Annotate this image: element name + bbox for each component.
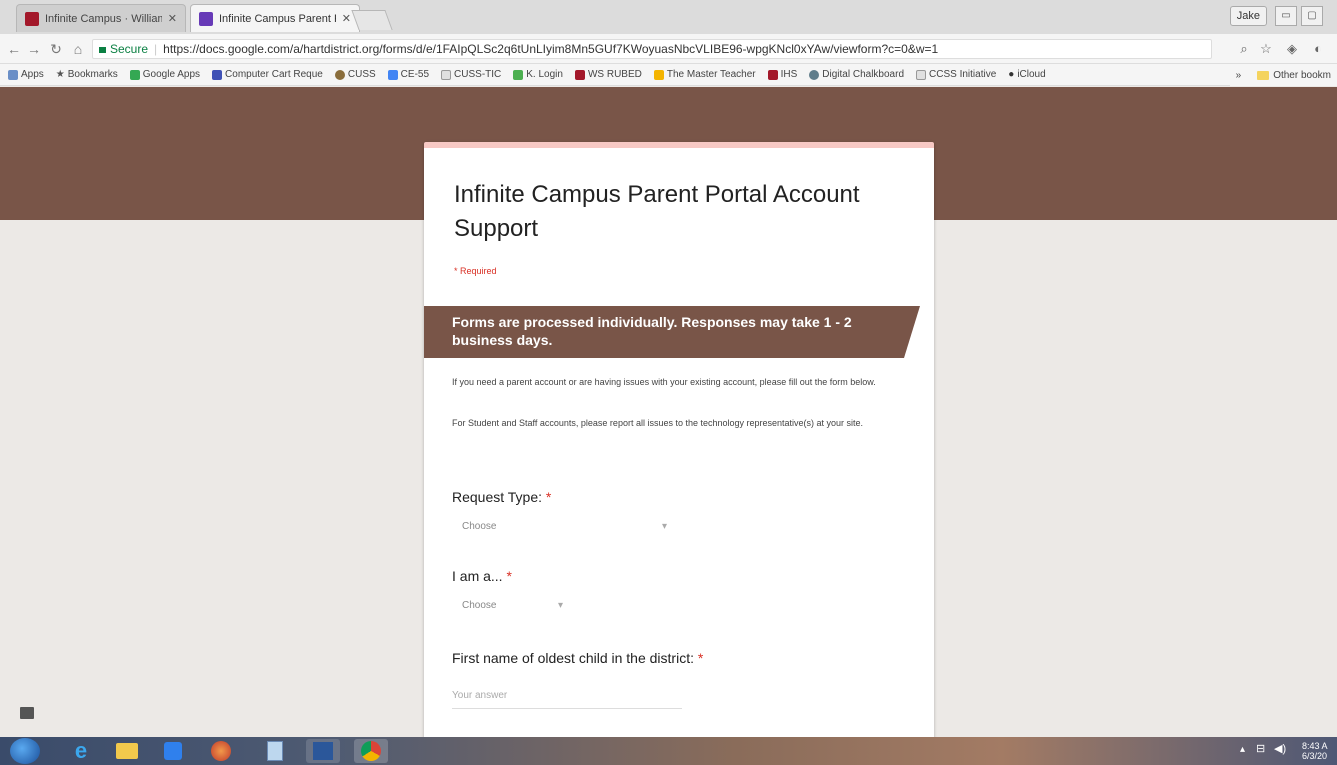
clock[interactable]: 8:43 A 6/3/20 — [1302, 741, 1328, 761]
file-explorer-icon[interactable] — [110, 739, 144, 763]
input-underline — [452, 708, 682, 709]
browser-toolbar: ← → ↻ ⌂ Secure | https://docs.google.com… — [0, 34, 1337, 64]
required-asterisk: * — [697, 650, 704, 666]
minimize-button[interactable]: ▭ — [1275, 6, 1297, 26]
form-card: Infinite Campus Parent Portal Account Su… — [424, 142, 934, 737]
word-icon[interactable] — [306, 739, 340, 763]
infinite-campus-icon — [767, 69, 778, 80]
profile-button[interactable]: Jake — [1229, 6, 1267, 26]
bookmark-digital-chalkboard[interactable]: Digital Chalkboard — [809, 69, 904, 80]
bookmark-icloud[interactable]: ● iCloud — [1008, 69, 1045, 80]
close-icon[interactable]: ✕ — [342, 12, 351, 25]
clock-time: 8:43 A — [1302, 741, 1328, 751]
bookmark-ccss[interactable]: CCSS Initiative — [916, 69, 996, 80]
folder-icon — [1257, 70, 1270, 80]
firefox-icon[interactable] — [204, 739, 238, 763]
divider: | — [154, 42, 158, 56]
tray-arrow-icon[interactable]: ▴ — [1240, 745, 1245, 755]
question-first-name: First name of oldest child in the distri… — [452, 650, 704, 666]
bookmark-ihs[interactable]: IHS — [767, 69, 797, 80]
chevron-down-icon: ▾ — [662, 520, 668, 532]
extension-icon[interactable]: ◐ — [1309, 40, 1327, 58]
search-icon[interactable]: ⌕ — [1235, 40, 1253, 58]
tab-label: Infinite Campus Parent P — [219, 12, 336, 25]
bookmark-bookmarks[interactable]: ★ Bookmarks — [56, 69, 118, 80]
site-icon — [334, 69, 345, 80]
required-asterisk: * — [506, 568, 512, 584]
browser-tab-strip: Infinite Campus · William ✕ Infinite Cam… — [0, 0, 1337, 34]
bookmark-cuss[interactable]: CUSS — [334, 69, 376, 80]
bookmark-ws-rubed[interactable]: WS RUBED — [574, 69, 642, 80]
page-icon — [441, 69, 452, 80]
chevron-right-icon[interactable]: » — [1236, 70, 1242, 81]
bookmark-master-teacher[interactable]: The Master Teacher — [653, 69, 756, 80]
page-icon — [916, 69, 927, 80]
forms-icon — [212, 69, 223, 80]
new-tab-button[interactable] — [351, 10, 393, 30]
infinite-campus-icon — [574, 69, 585, 80]
bookmark-ce-55[interactable]: CE-55 — [387, 69, 429, 80]
site-icon — [809, 69, 820, 80]
infinite-campus-icon — [25, 11, 39, 26]
forward-arrow-icon[interactable]: → — [24, 39, 44, 59]
internet-explorer-icon[interactable]: e — [64, 738, 98, 763]
bookmark-computer-cart[interactable]: Computer Cart Reque — [212, 69, 323, 80]
media-player-icon[interactable] — [156, 739, 190, 763]
dropdown-placeholder: Choose — [462, 520, 497, 532]
star-icon[interactable]: ☆ — [1257, 40, 1275, 58]
question-request-type: Request Type: * — [452, 489, 552, 505]
i-am-a-dropdown[interactable]: Choose ▾ — [462, 597, 572, 613]
page-viewport: Infinite Campus Parent Portal Account Su… — [0, 87, 1337, 737]
bookmark-cuss-tic[interactable]: CUSS-TIC — [441, 69, 501, 80]
section-description: If you need a parent account or are havi… — [452, 377, 876, 387]
windows-taskbar: e ▴ ⊟ ◀) 8:43 A 6/3/20 — [0, 737, 1337, 765]
network-icon[interactable]: ⊟ — [1256, 744, 1265, 755]
bookmark-google-apps[interactable]: Google Apps — [129, 69, 200, 80]
question-i-am-a: I am a... * — [452, 568, 512, 584]
first-name-input[interactable]: Your answer — [452, 690, 507, 701]
request-type-dropdown[interactable]: Choose ▾ — [462, 518, 672, 534]
star-icon: ★ — [55, 69, 65, 80]
section-description: For Student and Staff accounts, please r… — [452, 418, 864, 428]
volume-icon[interactable]: ◀) — [1274, 744, 1286, 755]
google-forms-icon — [199, 11, 213, 26]
close-icon[interactable]: ✕ — [168, 12, 177, 25]
section-header: Forms are processed individually. Respon… — [424, 306, 920, 358]
bookmark-apps[interactable]: Apps — [8, 69, 44, 80]
section-title: Forms are processed individually. Respon… — [452, 314, 852, 348]
apps-grid-icon — [8, 69, 18, 80]
required-asterisk: * — [545, 489, 552, 505]
chrome-icon[interactable] — [354, 739, 388, 763]
required-note: * Required — [454, 266, 497, 276]
shield-icon[interactable]: ◈ — [1283, 40, 1301, 58]
apple-icon: ● — [1008, 69, 1015, 80]
site-icon — [653, 69, 664, 80]
bookmarks-bar: Apps ★ Bookmarks Google Apps Computer Car… — [0, 64, 1337, 86]
tab-label: Infinite Campus · William — [45, 12, 162, 25]
address-bar[interactable]: Secure | https://docs.google.com/a/hartd… — [92, 39, 1212, 59]
form-title: Infinite Campus Parent Portal Account Su… — [454, 181, 860, 242]
lock-icon — [99, 47, 106, 53]
tab-infinite-campus[interactable]: Infinite Campus · William ✕ — [16, 4, 186, 32]
clock-date: 6/3/20 — [1302, 751, 1328, 761]
home-icon[interactable]: ⌂ — [68, 39, 88, 59]
tab-form[interactable]: Infinite Campus Parent P ✕ — [190, 4, 360, 32]
dropdown-placeholder: Choose — [462, 599, 497, 611]
google-apps-icon — [129, 69, 140, 80]
chevron-down-icon: ▾ — [558, 599, 564, 611]
url-text: https://docs.google.com/a/hartdistrict.o… — [163, 42, 939, 56]
other-bookmarks[interactable]: » Other bookm — [1229, 64, 1337, 86]
start-button[interactable] — [10, 738, 40, 764]
site-icon — [513, 69, 524, 80]
back-arrow-icon[interactable]: ← — [4, 39, 24, 59]
maximize-button[interactable]: ▢ — [1301, 6, 1323, 26]
reload-icon[interactable]: ↻ — [46, 39, 66, 59]
google-icon — [387, 69, 398, 80]
notepad-icon[interactable] — [258, 739, 292, 763]
bookmark-k-login[interactable]: K. Login — [513, 69, 563, 80]
secure-label: Secure — [110, 42, 149, 56]
feedback-icon[interactable] — [20, 707, 34, 719]
